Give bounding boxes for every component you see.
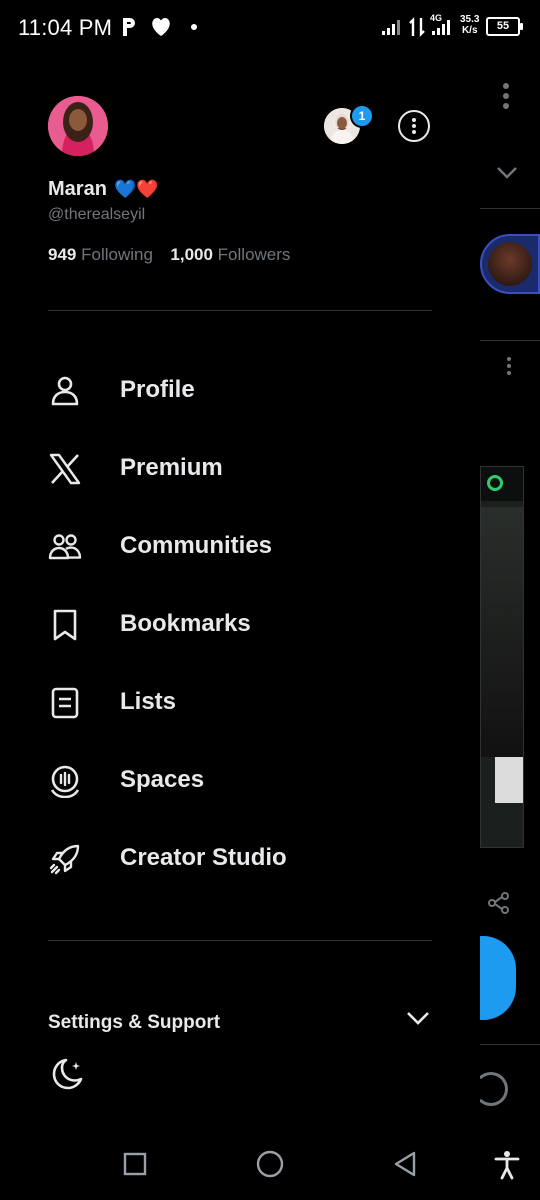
chevron-down-icon — [407, 1012, 429, 1025]
display-name[interactable]: Maran — [48, 178, 107, 201]
following-count: 949 — [48, 245, 77, 264]
menu-item-lists[interactable]: Lists — [48, 672, 448, 732]
communities-icon — [48, 534, 82, 560]
divider — [48, 940, 432, 941]
mobile-signal-icon — [432, 20, 450, 35]
avatar-portrait-icon — [48, 96, 108, 156]
navigation-drawer: 1 Maran 💙❤️ @therealseyil 949 Following … — [0, 56, 480, 1132]
menu-item-label: Communities — [120, 532, 273, 559]
back-icon[interactable] — [392, 1150, 418, 1178]
heart-notification-icon — [152, 18, 170, 36]
rocket-icon — [49, 844, 80, 875]
following-link[interactable]: 949 Following — [48, 245, 158, 264]
list-icon — [51, 687, 79, 719]
account-notification-badge: 1 — [350, 104, 374, 128]
background-feed — [450, 56, 540, 1132]
settings-support-section[interactable]: Settings & Support — [48, 1006, 432, 1040]
signal-strength-icon — [382, 20, 400, 35]
menu-item-creator-studio[interactable]: Creator Studio — [48, 828, 448, 888]
person-icon — [51, 376, 79, 406]
followers-count: 1,000 — [170, 245, 213, 264]
menu-item-label: Spaces — [120, 766, 205, 793]
feed-spaces-bubble[interactable] — [480, 234, 540, 294]
spaces-icon — [50, 765, 80, 798]
display-name-emoji: 💙❤️ — [114, 179, 159, 199]
notification-dot-icon — [191, 24, 197, 30]
network-speed-value: 35.3 — [460, 14, 480, 25]
menu-item-spaces[interactable]: Spaces — [48, 750, 448, 810]
feed-share-icon[interactable] — [488, 892, 510, 914]
menu-item-profile[interactable]: Profile — [48, 360, 448, 420]
followers-link[interactable]: 1,000 Followers — [170, 245, 290, 264]
following-label: Following — [81, 245, 153, 264]
profile-avatar[interactable] — [48, 96, 108, 156]
menu-item-bookmarks[interactable]: Bookmarks — [48, 594, 448, 654]
accessibility-icon[interactable] — [494, 1150, 520, 1180]
network-speed: 35.3 K/s — [460, 14, 479, 36]
system-navigation-bar — [0, 1132, 540, 1200]
feed-more-icon[interactable] — [502, 82, 510, 110]
menu-item-label: Creator Studio — [120, 844, 287, 871]
x-logo-icon — [49, 453, 81, 485]
feed-media-card[interactable] — [480, 466, 524, 848]
bookmark-icon — [53, 609, 77, 641]
menu-item-label: Lists — [120, 688, 177, 715]
data-transfer-icon — [409, 17, 425, 37]
feed-post-more-icon[interactable] — [506, 356, 512, 376]
divider — [48, 310, 432, 311]
menu-item-communities[interactable]: Communities — [48, 516, 448, 576]
feed-chevron-icon[interactable] — [496, 166, 518, 180]
home-icon[interactable] — [256, 1150, 284, 1178]
follow-stats: 949 Following 1,000 Followers — [48, 245, 290, 265]
more-options-icon[interactable] — [398, 110, 430, 142]
menu-item-label: Premium — [120, 454, 223, 481]
network-speed-unit: K/s — [461, 25, 478, 36]
battery-indicator: 55 — [486, 17, 523, 36]
parking-app-icon — [123, 18, 135, 36]
status-time: 11:04 PM — [18, 15, 113, 40]
menu-item-premium[interactable]: Premium — [48, 438, 448, 498]
username-handle: @therealseyil — [48, 206, 146, 223]
menu-item-label: Profile — [120, 376, 195, 403]
settings-support-label: Settings & Support — [48, 1012, 221, 1033]
menu-item-label: Bookmarks — [120, 610, 251, 637]
status-bar: 11:04 PM 4G 35.3 K/s 55 — [0, 0, 540, 56]
theme-moon-icon[interactable] — [48, 1056, 84, 1092]
followers-label: Followers — [217, 245, 291, 264]
recent-apps-icon[interactable] — [123, 1152, 147, 1176]
